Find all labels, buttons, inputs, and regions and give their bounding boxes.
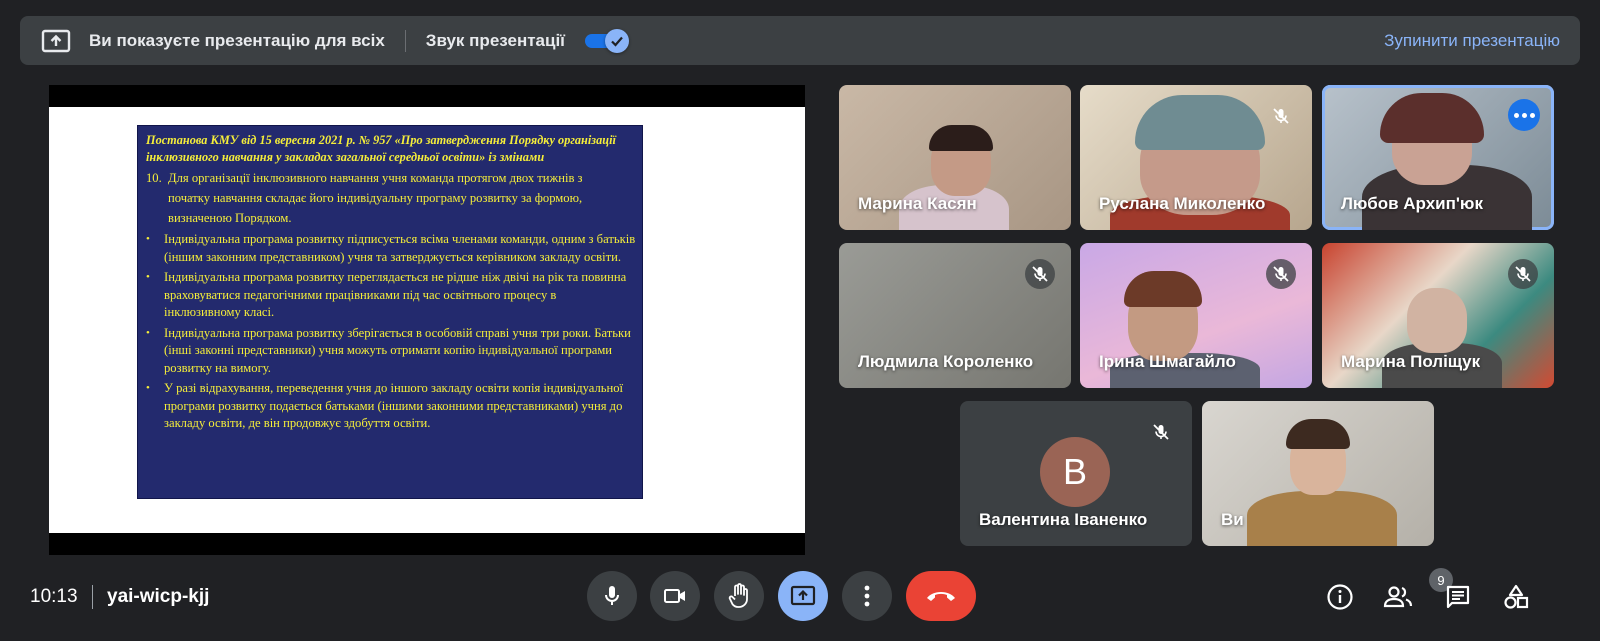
- slide-bullet: • Індивідуальна програма розвитку зберіга…: [146, 325, 636, 378]
- banner-divider: [404, 29, 406, 52]
- mic-off-icon: [1266, 259, 1296, 289]
- participant-name: Ірина Шмагайло: [1099, 352, 1236, 371]
- slide-item-number: 10.: [146, 171, 162, 185]
- stop-presentation-button[interactable]: Зупинити презентацію: [1384, 31, 1560, 51]
- participant-name: Марина Поліщук: [1341, 352, 1481, 371]
- bullet-icon: •: [146, 326, 150, 339]
- bullet-icon: •: [146, 271, 150, 283]
- participant-tile[interactable]: В Валентина Іваненко: [960, 401, 1192, 546]
- chat-button[interactable]: [1438, 577, 1478, 617]
- avatar: В: [1040, 437, 1110, 507]
- participant-tile[interactable]: Любов Архип'юк: [1322, 85, 1554, 230]
- activities-icon: [1504, 584, 1529, 609]
- presentation-sound-toggle[interactable]: [584, 28, 629, 53]
- slide-title: Постанова КМУ від 15 вересня 2021 р. № 9…: [146, 133, 616, 164]
- slide-bullet-text: У разі відрахування, переведення учня до…: [164, 381, 624, 430]
- slide: Постанова КМУ від 15 вересня 2021 р. № 9…: [49, 107, 805, 533]
- present-now-button[interactable]: [778, 571, 828, 621]
- slide-bullet: • Індивідуальна програма розвитку підпису…: [146, 231, 636, 266]
- more-vert-icon: [864, 585, 870, 607]
- presentation-view: Постанова КМУ від 15 вересня 2021 р. № 9…: [49, 85, 805, 555]
- leave-call-button[interactable]: [906, 571, 976, 621]
- activities-button[interactable]: [1496, 577, 1536, 617]
- participant-tile[interactable]: Марина Поліщук: [1322, 243, 1554, 388]
- participant-hair: [1286, 419, 1350, 449]
- presentation-banner: Ви показуєте презентацію для всіх Звук п…: [20, 16, 1580, 65]
- participant-face: [1407, 288, 1467, 353]
- participant-hair: [1380, 93, 1484, 143]
- people-button[interactable]: [1378, 577, 1418, 617]
- participant-tile[interactable]: Людмила Короленко: [839, 243, 1071, 388]
- meeting-details-button[interactable]: [1320, 577, 1360, 617]
- slide-bullet: • У разі відрахування, переведення учня д…: [146, 380, 636, 433]
- info-icon: [1327, 584, 1353, 610]
- slide-bullet-text: Індивідуальна програма розвитку зберігає…: [164, 325, 631, 375]
- meeting-code: yai-wicp-kjj: [107, 586, 210, 607]
- slide-item-first-line: Для організації інклюзивного навчання уч…: [168, 171, 583, 185]
- participant-hair: [929, 125, 993, 151]
- slide-content: Постанова КМУ від 15 вересня 2021 р. № 9…: [137, 125, 643, 499]
- participant-tile[interactable]: Ірина Шмагайло: [1080, 243, 1312, 388]
- participant-name: Марина Касян: [858, 194, 977, 213]
- hand-icon: [728, 583, 748, 608]
- bottom-toolbar: 10:13 yai-wicp-kjj 9: [0, 568, 1600, 641]
- participant-name: Людмила Короленко: [858, 352, 1034, 371]
- presenting-text: Ви показуєте презентацію для всіх: [89, 30, 385, 50]
- slide-bullet: • Індивідуальна програма розвитку перегля…: [146, 269, 636, 322]
- people-icon: [1383, 586, 1413, 608]
- bullet-icon: •: [146, 233, 150, 245]
- participant-name: Валентина Іваненко: [979, 510, 1148, 529]
- participant-tile[interactable]: Ви: [1202, 401, 1434, 546]
- participant-hair: [1124, 271, 1202, 307]
- checkmark-icon: [604, 28, 629, 53]
- mic-off-icon: [1508, 259, 1538, 289]
- slide-bullet-text: Індивідуальна програма розвитку підписує…: [164, 232, 636, 264]
- raise-hand-button[interactable]: [714, 571, 764, 621]
- presentation-sound-label: Звук презентації: [425, 30, 565, 50]
- mic-off-icon: [1146, 417, 1176, 447]
- mic-off-icon: [1266, 101, 1296, 131]
- participant-hair: [1135, 95, 1265, 150]
- camera-button[interactable]: [650, 571, 700, 621]
- participant-tile[interactable]: Руслана Миколенко: [1080, 85, 1312, 230]
- present-screen-icon: [790, 585, 816, 606]
- slide-item-rest: початку навчання складає його індивідуал…: [168, 191, 583, 225]
- hang-up-icon: [927, 592, 955, 601]
- participant-name: Любов Архип'юк: [1341, 194, 1483, 213]
- participant-tile[interactable]: Марина Касян: [839, 85, 1071, 230]
- participant-name: Руслана Миколенко: [1099, 194, 1266, 213]
- slide-bullet-text: Індивідуальна програма розвитку перегляд…: [164, 270, 627, 319]
- chat-icon: [1446, 585, 1470, 609]
- camera-icon: [664, 589, 685, 603]
- toolbar-divider: [92, 585, 93, 609]
- bullet-icon: •: [146, 382, 150, 394]
- more-options-button[interactable]: [842, 571, 892, 621]
- participant-video: [1247, 491, 1397, 546]
- participant-name: Ви: [1221, 510, 1244, 529]
- meeting-time: 10:13: [30, 586, 78, 607]
- mic-off-icon: [1025, 259, 1055, 289]
- microphone-button[interactable]: [587, 571, 637, 621]
- more-options-button[interactable]: [1508, 99, 1540, 131]
- present-screen-icon: [41, 28, 71, 54]
- slide-item-10: 10. Для організації інклюзивного навчання…: [146, 168, 636, 228]
- microphone-icon: [605, 586, 619, 605]
